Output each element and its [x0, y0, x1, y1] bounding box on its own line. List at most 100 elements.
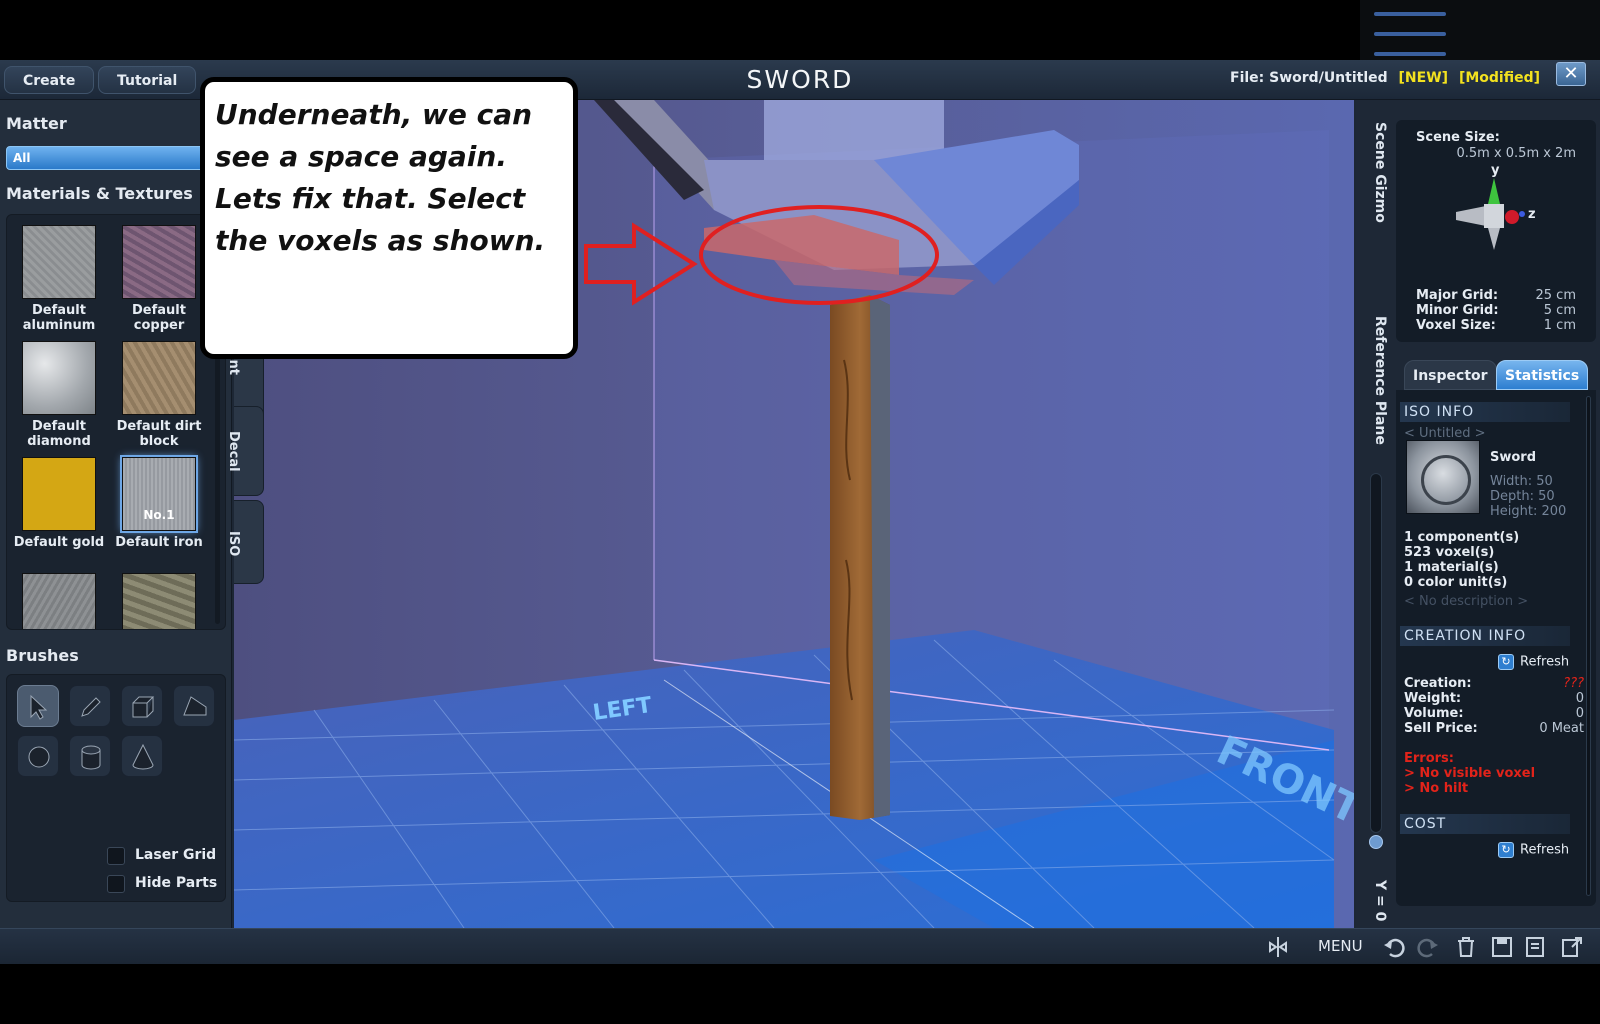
undo-icon[interactable]	[1382, 935, 1406, 959]
axis-gizmo-icon[interactable]: y z	[1396, 160, 1596, 270]
camo-texture-icon	[122, 573, 196, 629]
creation-refresh-button[interactable]: ↻ Refresh	[1498, 654, 1569, 670]
tab-decal-label: Decal	[226, 431, 241, 472]
callout-text: Underneath, we can see a space again. Le…	[215, 98, 546, 257]
iso-height: Height: 200	[1490, 504, 1567, 519]
scene-size-value: 0.5m x 0.5m x 2m	[1456, 146, 1576, 161]
tab-decal[interactable]: Decal	[226, 406, 264, 496]
iso-thumbnail	[1406, 440, 1480, 514]
window-thumbnails	[1360, 0, 1600, 60]
error-item: > No hilt	[1404, 781, 1469, 796]
hide-parts-label: Hide Parts	[135, 875, 218, 891]
iso-width: Width: 50	[1490, 474, 1553, 489]
reference-plane-slider-thumb[interactable]	[1369, 835, 1383, 849]
cube-icon	[132, 696, 155, 718]
gold-texture-icon	[22, 457, 96, 531]
z-axis-tip	[1519, 211, 1525, 217]
laser-grid-checkbox[interactable]	[107, 847, 125, 865]
weight-label: Weight:	[1404, 691, 1462, 706]
texture-copper[interactable]: Default copper	[111, 225, 207, 333]
new-tag: [NEW]	[1398, 70, 1449, 86]
copper-texture-icon	[122, 225, 196, 299]
iso-name: Sword	[1490, 450, 1537, 465]
creation-label: Creation:	[1404, 676, 1472, 691]
texture-grid: Default aluminum Default copper Default …	[6, 214, 226, 630]
cost-refresh-button[interactable]: ↻ Refresh	[1498, 842, 1569, 858]
save-icon[interactable]	[1490, 935, 1514, 959]
cone-icon	[132, 743, 154, 770]
matter-dropdown[interactable]: All	[6, 146, 206, 170]
gizmo-center	[1484, 204, 1504, 228]
right-panel: Scene Gizmo Reference Plane Y = 0 Scene …	[1356, 100, 1600, 928]
aluminum-texture-icon	[22, 225, 96, 299]
select-brush-button[interactable]	[17, 685, 59, 727]
cone-brush-button[interactable]	[121, 735, 163, 777]
texture-label: Default gold	[13, 535, 105, 550]
materials-title: Materials & Textures	[6, 184, 193, 203]
left-panel: Matter All Materials & Textures Default …	[0, 100, 232, 928]
save-as-icon[interactable]	[1524, 935, 1548, 959]
texture-dirt[interactable]: Default dirt block	[111, 341, 207, 449]
reference-plane-slider[interactable]	[1370, 473, 1382, 833]
pencil-icon	[81, 697, 101, 717]
sphere-brush-button[interactable]	[17, 735, 59, 777]
diamond-texture-icon	[22, 341, 96, 415]
texture-iron[interactable]: No.1 Default iron	[111, 457, 207, 550]
texture-label: Default copper	[132, 303, 186, 333]
refresh-icon: ↻	[1498, 654, 1514, 670]
iso-depth: Depth: 50	[1490, 489, 1555, 504]
wedge-icon	[183, 696, 207, 716]
texture-badge: No.1	[143, 508, 175, 522]
arrow-cursor-icon	[30, 694, 48, 720]
iso-voxels: 523 voxel(s)	[1404, 545, 1495, 560]
texture-diamond[interactable]: Default diamond	[11, 341, 107, 449]
mirror-icon[interactable]	[1266, 935, 1290, 959]
box-brush-button[interactable]	[121, 685, 163, 727]
brush-panel: Laser Grid Hide Parts	[6, 674, 226, 902]
texture-label: Default dirt block	[116, 419, 202, 449]
refresh-label: Refresh	[1520, 842, 1570, 858]
iso-info-header: ISO INFO	[1400, 402, 1570, 422]
iron-texture-icon: No.1	[122, 457, 196, 531]
pencil-brush-button[interactable]	[69, 685, 111, 727]
reference-plane-label: Reference Plane	[1372, 316, 1388, 445]
sell-price-value: 0 Meat	[1539, 721, 1584, 736]
trash-icon[interactable]	[1454, 935, 1478, 959]
texture-stone[interactable]	[11, 573, 107, 629]
file-info: File: Sword/Untitled [NEW] [Modified]	[1230, 70, 1540, 86]
errors-title: Errors:	[1404, 751, 1454, 766]
matter-title: Matter	[6, 114, 67, 133]
laser-grid-label: Laser Grid	[135, 847, 217, 863]
brushes-title: Brushes	[6, 646, 79, 665]
major-grid-label: Major Grid:	[1416, 288, 1499, 303]
tutorial-callout: Underneath, we can see a space again. Le…	[200, 77, 578, 359]
tab-inspector[interactable]: Inspector	[1404, 360, 1497, 390]
hide-parts-checkbox[interactable]	[107, 875, 125, 893]
redo-icon[interactable]	[1416, 935, 1440, 959]
texture-camo[interactable]	[111, 573, 207, 629]
close-button[interactable]: ✕	[1556, 62, 1586, 86]
statistics-scrollbar[interactable]	[1586, 396, 1591, 896]
export-icon[interactable]	[1560, 935, 1584, 959]
volume-value: 0	[1575, 706, 1584, 721]
texture-gold[interactable]: Default gold	[11, 457, 107, 550]
weight-value: 0	[1575, 691, 1584, 706]
stone-texture-icon	[22, 573, 96, 629]
gizmo-y-label: y	[1491, 163, 1500, 178]
gizmo-z-label: z	[1528, 207, 1536, 222]
y-readout: Y = 0	[1372, 880, 1388, 922]
scene-size-label: Scene Size:	[1416, 130, 1500, 145]
texture-aluminum[interactable]: Default aluminum	[11, 225, 107, 333]
menu-button[interactable]: MENU	[1318, 937, 1363, 955]
volume-label: Volume:	[1404, 706, 1464, 721]
tab-iso[interactable]: ISO	[226, 500, 264, 584]
voxel-size-value: 1 cm	[1543, 318, 1576, 333]
wedge-brush-button[interactable]	[173, 685, 215, 727]
texture-label: Default iron	[115, 535, 203, 550]
refresh-icon: ↻	[1498, 842, 1514, 858]
tab-statistics[interactable]: Statistics	[1496, 360, 1589, 390]
voxel-size-label: Voxel Size:	[1416, 318, 1496, 333]
creation-info-header: CREATION INFO	[1400, 626, 1570, 646]
cylinder-brush-button[interactable]	[69, 735, 111, 777]
sell-price-label: Sell Price:	[1404, 721, 1478, 736]
